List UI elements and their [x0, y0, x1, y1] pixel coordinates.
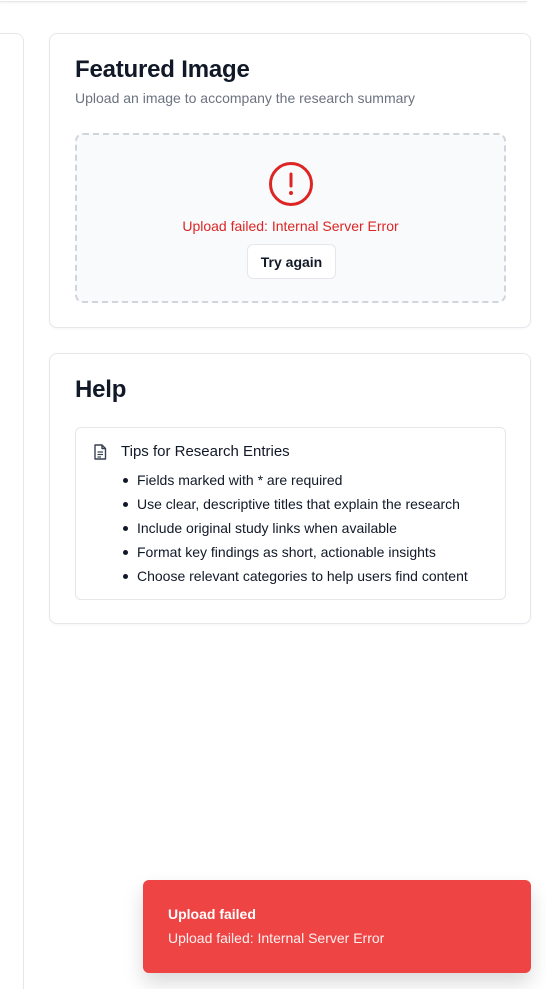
- tips-box: Tips for Research Entries Fields marked …: [75, 427, 506, 600]
- list-item: Fields marked with * are required: [121, 468, 468, 492]
- document-icon: [93, 444, 107, 460]
- toast-description: Upload failed: Internal Server Error: [168, 930, 385, 946]
- image-dropzone[interactable]: Upload failed: Internal Server Error Try…: [75, 133, 506, 303]
- list-item: Use clear, descriptive titles that expla…: [121, 492, 468, 516]
- toast-title: Upload failed: [168, 906, 256, 922]
- alert-circle-icon: [268, 161, 314, 207]
- list-item: Format key findings as short, actionable…: [121, 540, 468, 564]
- main-form-panel: [0, 33, 24, 989]
- featured-image-title: Featured Image: [75, 56, 250, 83]
- top-bar-edge: [0, 0, 527, 2]
- upload-error-message: Upload failed: Internal Server Error: [182, 218, 399, 234]
- help-card: Help Tips for Research Entries Fields ma…: [49, 353, 531, 624]
- tips-list: Fields marked with * are required Use cl…: [121, 468, 468, 588]
- featured-image-card: Featured Image Upload an image to accomp…: [49, 33, 531, 328]
- list-item: Choose relevant categories to help users…: [121, 564, 468, 588]
- try-again-button[interactable]: Try again: [247, 244, 336, 279]
- featured-image-subtitle: Upload an image to accompany the researc…: [75, 90, 416, 106]
- tips-title: Tips for Research Entries: [121, 443, 290, 460]
- error-toast[interactable]: Upload failed Upload failed: Internal Se…: [143, 880, 531, 973]
- list-item: Include original study links when availa…: [121, 516, 468, 540]
- help-title: Help: [75, 376, 127, 403]
